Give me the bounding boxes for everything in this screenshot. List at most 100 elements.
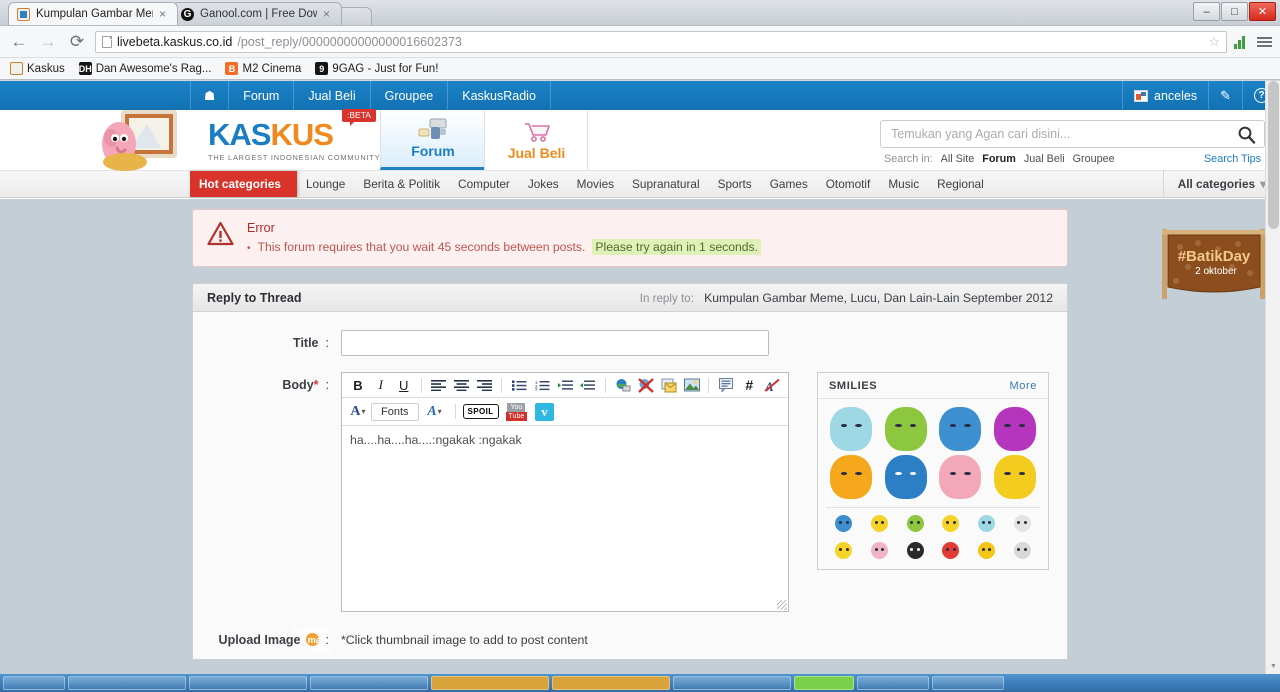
- topbar-link-groupee[interactable]: Groupee: [371, 81, 449, 110]
- taskbar-item[interactable]: [431, 676, 549, 690]
- align-left-icon[interactable]: [429, 376, 449, 395]
- taskbar-item[interactable]: [68, 676, 186, 690]
- search-scope-all-site[interactable]: All Site: [941, 153, 975, 165]
- forward-button[interactable]: →: [37, 32, 59, 52]
- category-jokes[interactable]: Jokes: [519, 171, 568, 197]
- insert-email-icon[interactable]: [659, 376, 679, 395]
- browser-tab-1[interactable]: Kumpulan Gambar Meme, ×: [8, 2, 178, 25]
- category-otomotif[interactable]: Otomotif: [817, 171, 880, 197]
- align-center-icon[interactable]: [452, 376, 472, 395]
- smiley-kimpoi[interactable]: [897, 515, 933, 532]
- smiley-hammer[interactable]: [988, 407, 1043, 451]
- new-tab-button[interactable]: [338, 7, 372, 25]
- title-input[interactable]: [341, 330, 769, 356]
- text-color-icon[interactable]: A ▾: [348, 402, 368, 421]
- taskbar-item[interactable]: [673, 676, 791, 690]
- smiley-ngopi[interactable]: [826, 515, 862, 532]
- fonts-dropdown[interactable]: Fonts: [371, 402, 419, 421]
- search-tips-link[interactable]: Search Tips: [1204, 153, 1261, 165]
- topbar-link-kaskusradio[interactable]: KaskusRadio: [448, 81, 551, 110]
- category-music[interactable]: Music: [879, 171, 928, 197]
- topbar-link-forum[interactable]: Forum: [229, 81, 295, 110]
- smiley-zzz[interactable]: [1004, 542, 1040, 559]
- smiley-makan[interactable]: [933, 407, 988, 451]
- question-mark-icon[interactable]: question-mark-icon: [292, 625, 333, 655]
- user-menu[interactable]: anceles: [1122, 81, 1208, 110]
- close-icon[interactable]: ×: [159, 7, 169, 21]
- home-icon[interactable]: ☗: [190, 81, 230, 110]
- taskbar-item[interactable]: [310, 676, 428, 690]
- reload-button[interactable]: ⟳: [66, 32, 88, 52]
- insert-link-icon[interactable]: [613, 376, 633, 395]
- thread-title[interactable]: Kumpulan Gambar Meme, Lucu, Dan Lain-Lai…: [704, 291, 1053, 305]
- italic-icon[interactable]: I: [371, 376, 391, 395]
- compose-button[interactable]: ✎: [1208, 81, 1242, 110]
- insert-image-icon[interactable]: [682, 376, 702, 395]
- smiley-ngakak[interactable]: [824, 455, 879, 499]
- underline-icon[interactable]: U: [394, 376, 414, 395]
- outdent-icon[interactable]: [578, 376, 598, 395]
- smiley-berduka[interactable]: [988, 455, 1043, 499]
- bold-icon[interactable]: B: [348, 376, 368, 395]
- search-box[interactable]: [880, 120, 1265, 148]
- code-icon[interactable]: #: [739, 376, 759, 395]
- smilies-more-link[interactable]: More: [1010, 380, 1037, 392]
- body-textarea[interactable]: ha....ha....ha....:ngakak :ngakak: [342, 426, 788, 611]
- category-computer[interactable]: Computer: [449, 171, 519, 197]
- taskbar-start-button[interactable]: [3, 676, 65, 690]
- search-input[interactable]: [889, 126, 1237, 142]
- taskbar-item[interactable]: [552, 676, 670, 690]
- header-tab-jual-beli[interactable]: Jual Beli: [484, 110, 589, 170]
- smiley-bendera[interactable]: [1004, 515, 1040, 532]
- header-tab-forum[interactable]: Forum: [380, 110, 485, 170]
- spoil-button[interactable]: SPOIL: [462, 404, 499, 419]
- bookmark-ragemaker[interactable]: DH Dan Awesome's Rag...: [78, 62, 211, 75]
- category-games[interactable]: Games: [761, 171, 817, 197]
- smiley-genit[interactable]: [933, 515, 969, 532]
- smiley-mawar[interactable]: [897, 542, 933, 559]
- font-size-icon[interactable]: A ▾: [422, 402, 448, 421]
- smiley-kaget[interactable]: [826, 542, 862, 559]
- youtube-button[interactable]: You Tube: [505, 402, 528, 421]
- smiley-babi[interactable]: [862, 542, 898, 559]
- remove-format-icon[interactable]: A: [762, 376, 782, 395]
- bullet-list-icon[interactable]: [509, 376, 529, 395]
- batikday-banner[interactable]: #BatikDay 2 oktober: [1160, 227, 1270, 305]
- search-scope-forum[interactable]: Forum: [982, 153, 1016, 165]
- taskbar-item[interactable]: [857, 676, 929, 690]
- chrome-menu-icon[interactable]: [1257, 36, 1272, 47]
- address-bar[interactable]: livebeta.kaskus.co.id/post_reply/0000000…: [95, 30, 1227, 53]
- topbar-link-jual-beli[interactable]: Jual Beli: [294, 81, 371, 110]
- smiley-alarm[interactable]: [969, 515, 1005, 532]
- bookmark-star-icon[interactable]: ☆: [1208, 34, 1220, 50]
- indent-icon[interactable]: [555, 376, 575, 395]
- smiley-malu[interactable]: [933, 455, 988, 499]
- quote-icon[interactable]: [716, 376, 736, 395]
- bookmark-9gag[interactable]: 9 9GAG - Just for Fun!: [315, 62, 438, 75]
- close-icon[interactable]: ×: [323, 7, 333, 21]
- remove-link-icon[interactable]: [636, 376, 656, 395]
- category-supranatural[interactable]: Supranatural: [623, 171, 709, 197]
- smiley-najis[interactable]: [879, 407, 934, 451]
- vertical-scrollbar[interactable]: ▲ ▼: [1265, 81, 1280, 674]
- close-window-button[interactable]: ✕: [1249, 2, 1276, 21]
- maximize-button[interactable]: □: [1221, 2, 1248, 21]
- category-movies[interactable]: Movies: [568, 171, 623, 197]
- site-logo[interactable]: KASKUS THE LARGEST INDONESIAN COMMUNITY …: [190, 109, 380, 170]
- scroll-down-icon[interactable]: ▼: [1266, 659, 1280, 674]
- bookmark-kaskus[interactable]: Kaskus: [10, 62, 65, 75]
- category-regional[interactable]: Regional: [928, 171, 993, 197]
- vimeo-button[interactable]: v: [535, 402, 554, 421]
- align-right-icon[interactable]: [474, 376, 494, 395]
- back-button[interactable]: ←: [8, 32, 30, 52]
- taskbar-item[interactable]: [189, 676, 307, 690]
- smiley-marah[interactable]: [933, 542, 969, 559]
- minimize-button[interactable]: –: [1193, 2, 1220, 21]
- smiley-cium[interactable]: [969, 542, 1005, 559]
- category-hot-categories[interactable]: Hot categories: [190, 171, 297, 197]
- smiley-matabelo[interactable]: [862, 515, 898, 532]
- search-scope-jual-beli[interactable]: Jual Beli: [1024, 153, 1065, 165]
- smiley-nangis[interactable]: [879, 455, 934, 499]
- resize-handle[interactable]: [777, 600, 787, 610]
- bookmark-m2cinema[interactable]: B M2 Cinema: [225, 62, 301, 75]
